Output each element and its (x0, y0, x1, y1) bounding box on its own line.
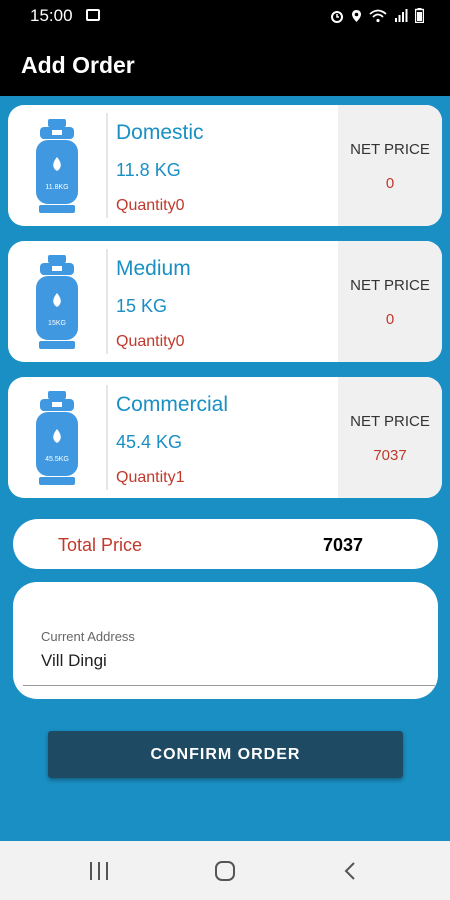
total-price-card: Total Price 7037 (13, 519, 438, 569)
net-price-value: 7037 (373, 447, 407, 464)
back-icon[interactable] (336, 859, 366, 883)
location-icon (351, 9, 362, 28)
signal-icon (394, 8, 408, 28)
product-name: Medium (116, 257, 191, 280)
product-card-domestic[interactable]: 11.8KG Domestic 11.8 KG Quantity0 NET PR… (8, 105, 442, 226)
gas-cylinder-icon: 45.5KG (8, 377, 106, 498)
total-price-value: 7037 (323, 535, 364, 555)
wifi-icon (369, 9, 387, 28)
divider (106, 113, 108, 218)
status-bar: 15:00 (0, 0, 450, 32)
cylinder-label: 15KG (48, 320, 66, 327)
product-name: Commercial (116, 393, 229, 416)
status-time: 15:00 (30, 6, 73, 25)
recent-apps-icon[interactable] (84, 859, 114, 883)
gas-cylinder-icon: 11.8KG (8, 105, 106, 226)
address-label: Current Address (41, 629, 135, 644)
confirm-order-button[interactable]: CONFIRM ORDER (48, 731, 403, 778)
product-weight: 11.8 KG (116, 160, 181, 180)
net-price-box: NET PRICE 7037 (338, 377, 442, 498)
system-nav-bar (0, 841, 450, 900)
gas-cylinder-icon: 15KG (8, 241, 106, 362)
product-quantity: Quantity0 (116, 333, 185, 350)
app-bar: Add Order (0, 32, 450, 96)
address-underline (23, 685, 435, 686)
product-card-commercial[interactable]: 45.5KG Commercial 45.4 KG Quantity1 NET … (8, 377, 442, 498)
net-price-label: NET PRICE (350, 141, 430, 158)
net-price-value: 0 (385, 311, 395, 328)
page-title: Add Order (21, 52, 135, 78)
gallery-icon (86, 9, 100, 21)
total-price-label: Total Price (58, 535, 143, 555)
product-card-medium[interactable]: 15KG Medium 15 KG Quantity0 NET PRICE 0 (8, 241, 442, 362)
address-input[interactable]: Vill Dingi (41, 651, 107, 671)
net-price-box: NET PRICE 0 (338, 241, 442, 362)
net-price-box: NET PRICE 0 (338, 105, 442, 226)
divider (106, 385, 108, 490)
product-weight: 15 KG (116, 296, 168, 316)
product-quantity: Quantity1 (116, 469, 185, 486)
address-card[interactable]: Current Address Vill Dingi (13, 582, 438, 699)
net-price-label: NET PRICE (350, 413, 430, 430)
product-weight: 45.4 KG (116, 432, 183, 452)
product-name: Domestic (116, 121, 204, 144)
cylinder-label: 45.5KG (45, 456, 69, 463)
home-icon[interactable] (210, 859, 240, 883)
product-quantity: Quantity0 (116, 197, 185, 214)
net-price-value: 0 (385, 175, 395, 192)
net-price-label: NET PRICE (350, 277, 430, 294)
alarm-icon (330, 9, 344, 28)
cylinder-label: 11.8KG (45, 184, 68, 191)
battery-icon (414, 8, 425, 28)
divider (106, 249, 108, 354)
